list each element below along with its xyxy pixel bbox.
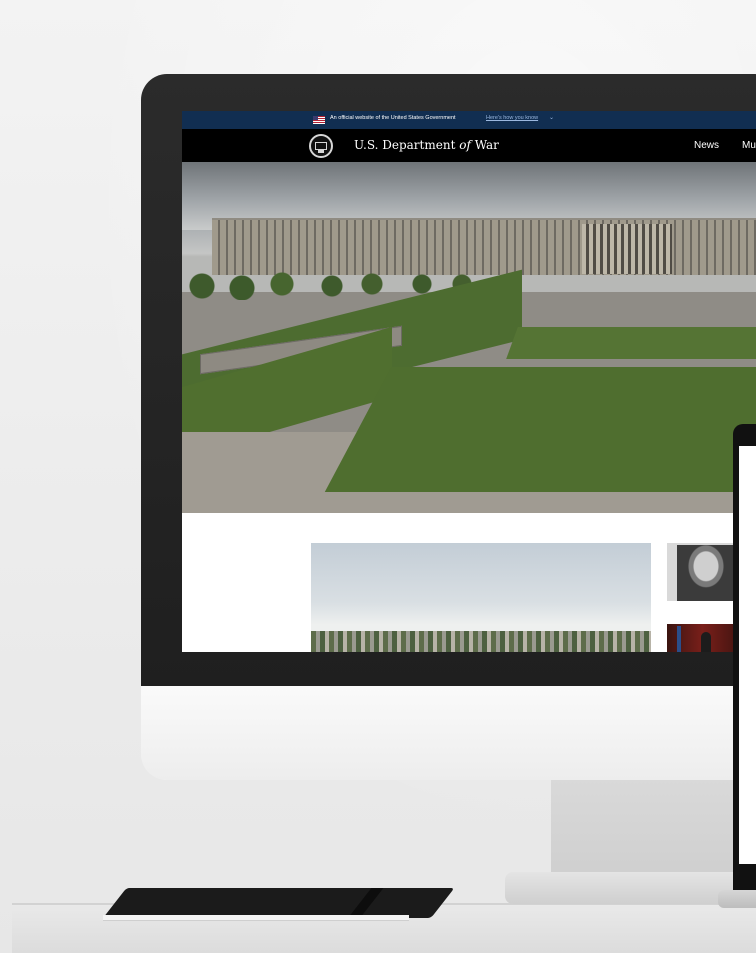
site-title[interactable]: U.S. Department of War (354, 138, 499, 152)
feature-image-skyline (311, 631, 651, 652)
hero-image-pentagon (182, 162, 756, 513)
laptop-base (718, 890, 756, 908)
monitor-chin (141, 686, 756, 780)
pentagon-seal-icon[interactable] (309, 134, 333, 158)
heres-how-you-know-link[interactable]: Here's how you know (486, 115, 538, 121)
feature-story-image[interactable] (311, 543, 651, 652)
hero-building-portico (582, 224, 672, 274)
hero-lawn-right (324, 367, 756, 492)
notebook (103, 888, 455, 918)
hero-building (212, 220, 756, 275)
hero-lawn-mid (506, 327, 756, 359)
site-title-post: War (470, 138, 499, 152)
gov-banner-text: An official website of the United States… (330, 115, 456, 121)
laptop-screen (739, 446, 756, 864)
site-title-pre: U.S. Department (354, 138, 460, 152)
notebook-pages (103, 915, 409, 921)
content-section (182, 513, 756, 652)
portrait-photo (677, 545, 735, 601)
site-header: U.S. Department of War News Mu (182, 129, 756, 162)
nav-item-news[interactable]: News (694, 140, 719, 151)
event-speaker (701, 632, 711, 652)
website-screen: An official website of the United States… (182, 111, 756, 652)
nav-item-truncated[interactable]: Mu (742, 140, 756, 151)
gov-banner: An official website of the United States… (182, 111, 756, 129)
event-flag (677, 626, 681, 652)
us-flag-icon (313, 116, 325, 124)
seal-emblem (315, 142, 327, 150)
site-title-of: of (459, 138, 471, 152)
chevron-down-icon[interactable]: ⌄ (549, 114, 554, 121)
seal-banner (318, 150, 324, 153)
monitor-stand (551, 780, 756, 876)
